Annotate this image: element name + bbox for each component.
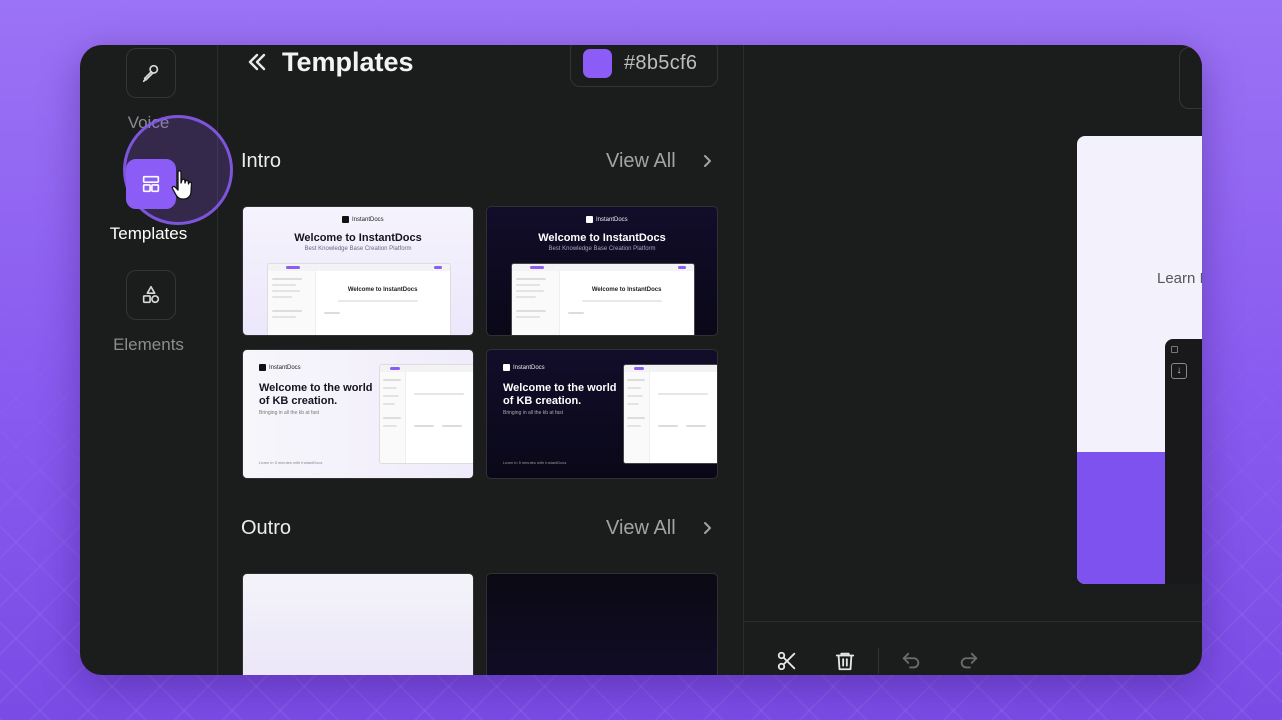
- templates-label: Templates: [109, 224, 188, 243]
- download-icon: ↓: [1171, 363, 1187, 379]
- color-swatch: [583, 49, 612, 78]
- editor-canvas: Learn I ↓: [744, 45, 1202, 621]
- layout-icon: [142, 175, 160, 193]
- trash-icon[interactable]: [834, 650, 856, 672]
- elements-button[interactable]: [126, 270, 176, 320]
- card-mockup: Welcome to InstantDocs: [511, 263, 695, 335]
- card-mockup: Welcome to InstantDocs: [267, 263, 451, 335]
- elements-label: Elements: [113, 335, 184, 354]
- color-hex-value: #8b5cf6: [624, 52, 698, 74]
- card-subtitle: Bringing in all the kb at fast: [259, 410, 320, 416]
- section-title-intro: Intro: [241, 150, 282, 172]
- slide-preview[interactable]: Learn I ↓: [1077, 136, 1202, 584]
- hand-cursor-icon: [171, 170, 193, 200]
- brand-color-picker[interactable]: #8b5cf6: [570, 45, 718, 87]
- templates-panel: Templates #8b5cf6 Intro View All Instant…: [218, 45, 744, 675]
- card-footer: Learn in 5 minutes with InstantDocs: [259, 460, 323, 465]
- template-card-kb-dark[interactable]: InstantDocs Welcome to the world of KB c…: [486, 349, 718, 479]
- collapse-chevrons-icon[interactable]: [245, 50, 269, 74]
- panel-title: Templates: [282, 47, 414, 77]
- card-mockup: [623, 364, 717, 464]
- scissors-icon[interactable]: [776, 650, 798, 672]
- template-card-kb-light[interactable]: InstantDocs Welcome to the world of KB c…: [242, 349, 474, 479]
- template-card-outro-light[interactable]: [242, 573, 474, 675]
- shapes-icon: [142, 285, 160, 304]
- card-subtitle: Best Knowledge Base Creation Platform: [304, 246, 412, 252]
- chevron-right-icon[interactable]: [700, 152, 714, 170]
- preview-text: Learn I: [1157, 270, 1202, 287]
- app-window: Voice Templates Elements Templates #8b5c…: [80, 45, 1202, 675]
- card-subtitle: Bringing in all the kb at fast: [503, 410, 564, 416]
- chevron-right-icon[interactable]: [700, 519, 714, 537]
- card-logo: InstantDocs: [503, 364, 545, 371]
- templates-button[interactable]: [126, 159, 176, 209]
- section-title-outro: Outro: [241, 517, 292, 539]
- timeline-toolbar: [744, 621, 1202, 675]
- undo-icon[interactable]: [900, 650, 922, 672]
- card-logo: InstantDocs: [259, 364, 301, 371]
- card-title: Welcome to InstantDocs: [538, 232, 666, 244]
- card-logo: InstantDocs: [342, 216, 384, 223]
- view-all-intro-link[interactable]: View All: [606, 150, 676, 173]
- card-title: Welcome to the world of KB creation.: [259, 382, 373, 407]
- left-rail: Voice Templates Elements: [80, 45, 233, 675]
- card-subtitle: Best Knowledge Base Creation Platform: [548, 246, 656, 252]
- card-logo: InstantDocs: [586, 216, 628, 223]
- sidebar-toggle-icon: [1171, 346, 1178, 353]
- voice-button[interactable]: [126, 48, 176, 98]
- microphone-icon: [142, 64, 159, 83]
- card-title: Welcome to InstantDocs: [294, 232, 422, 244]
- template-card-intro-light[interactable]: InstantDocs Welcome to InstantDocs Best …: [242, 206, 474, 336]
- card-title: Welcome to the world of KB creation.: [503, 382, 617, 407]
- template-card-outro-dark[interactable]: [486, 573, 718, 675]
- redo-icon[interactable]: [958, 650, 980, 672]
- canvas-top-control[interactable]: [1179, 47, 1202, 109]
- card-mockup: [379, 364, 473, 464]
- template-card-intro-dark[interactable]: InstantDocs Welcome to InstantDocs Best …: [486, 206, 718, 336]
- toolbar-divider: [878, 648, 879, 674]
- preview-device-mockup: ↓: [1165, 339, 1202, 584]
- card-footer: Learn in 5 minutes with InstantDocs: [503, 460, 567, 465]
- view-all-outro-link[interactable]: View All: [606, 517, 676, 540]
